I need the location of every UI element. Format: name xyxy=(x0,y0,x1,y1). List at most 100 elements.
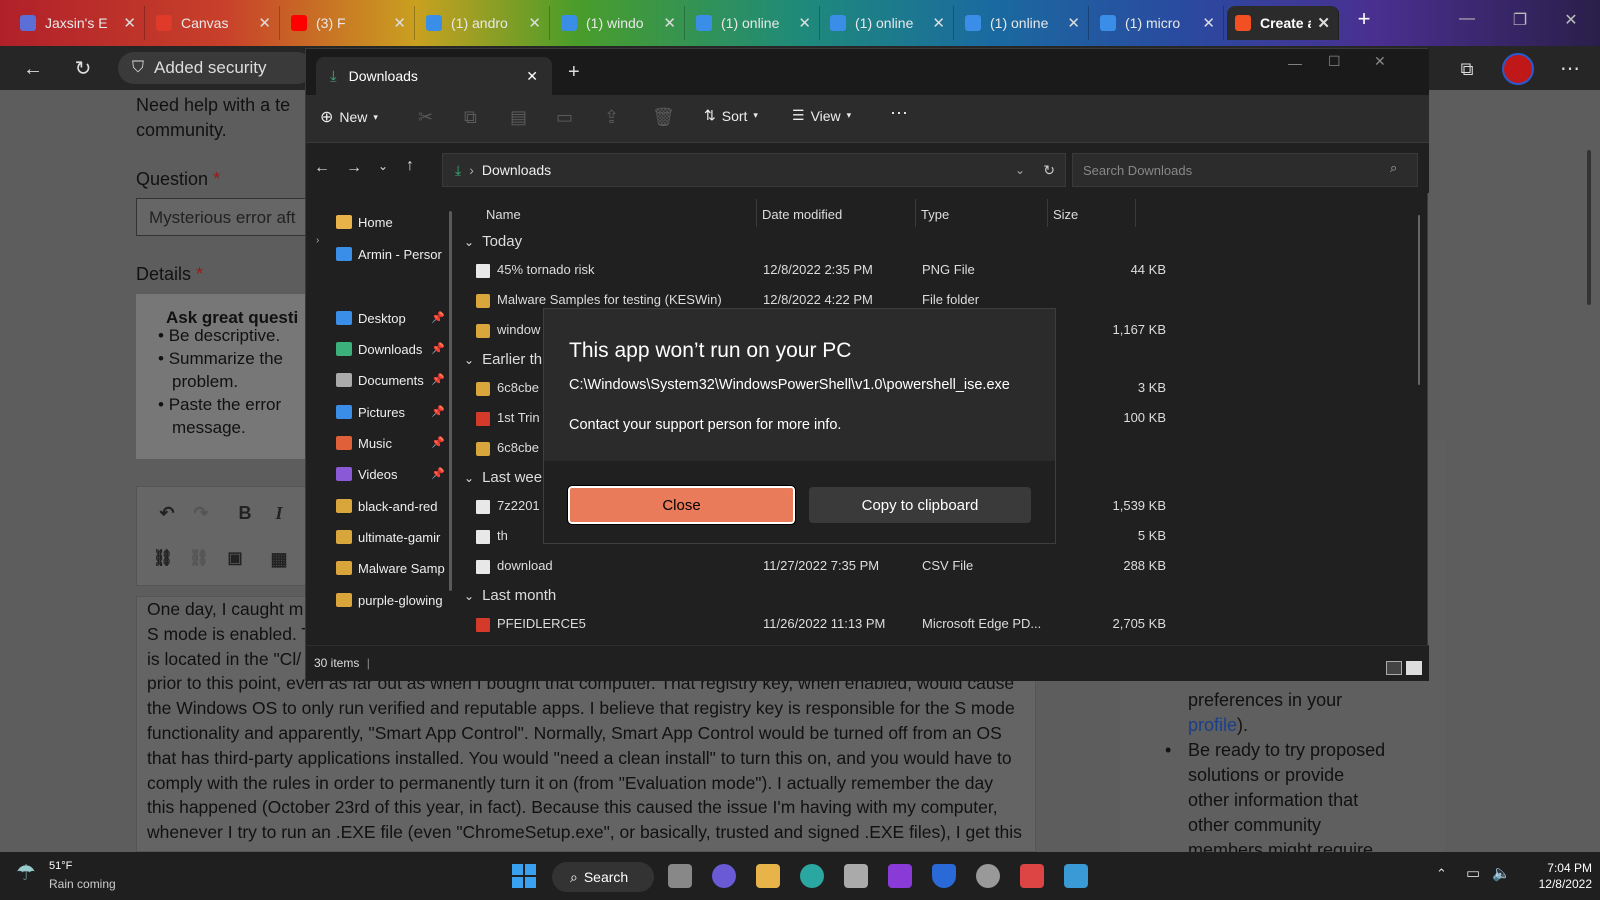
page-scrollbar[interactable] xyxy=(1578,90,1600,852)
recent-locations-icon[interactable]: ⌄ xyxy=(378,159,388,173)
details-view-icon[interactable] xyxy=(1386,661,1402,675)
chevron-up-icon[interactable]: ⌃ xyxy=(1436,866,1447,882)
forward-icon[interactable]: → xyxy=(346,159,362,177)
maximize-window-button[interactable]: ☐ xyxy=(1328,53,1341,70)
table-icon[interactable]: ▦ xyxy=(265,545,293,573)
nav-item[interactable]: ultimate-gamir xyxy=(336,524,451,550)
redo-icon[interactable]: ↷ xyxy=(187,499,215,527)
copy-icon[interactable]: ⧉ xyxy=(464,107,477,128)
new-tab-icon[interactable]: + xyxy=(568,61,580,84)
close-tab-icon[interactable]: ✕ xyxy=(932,14,945,32)
column-name[interactable]: Name xyxy=(486,207,521,222)
copy-to-clipboard-button[interactable]: Copy to clipboard xyxy=(809,487,1031,523)
close-button[interactable]: Close xyxy=(567,485,796,525)
browser-tab[interactable]: (1) online ✕ xyxy=(957,6,1089,40)
minimize-window-button[interactable]: — xyxy=(1288,55,1302,71)
windows-start-icon[interactable] xyxy=(512,864,536,888)
close-tab-icon[interactable]: ✕ xyxy=(1067,14,1080,32)
file-list-scrollbar[interactable] xyxy=(1418,215,1420,385)
weather-rain-icon[interactable]: ☂ xyxy=(16,860,36,886)
refresh-icon[interactable]: ↻ xyxy=(1043,162,1055,179)
close-tab-icon[interactable]: ✕ xyxy=(258,14,271,32)
clock-time[interactable]: 7:04 PM xyxy=(1537,861,1592,875)
new-button[interactable]: ⊕ New ▾ xyxy=(320,107,378,127)
undo-icon[interactable]: ↶ xyxy=(153,499,181,527)
clipchamp-icon[interactable] xyxy=(888,864,912,888)
unlink-icon[interactable]: ⛓ xyxy=(185,545,213,573)
close-browser-button[interactable]: ✕ xyxy=(1556,10,1586,30)
close-tab-icon[interactable]: ✕ xyxy=(1202,14,1215,32)
edge-canary-icon[interactable] xyxy=(800,864,824,888)
browser-tab[interactable]: (1) online ✕ xyxy=(688,6,820,40)
search-icon[interactable]: ⌕ xyxy=(1390,160,1397,176)
browser-tab[interactable]: Jaxsin's E ✕ xyxy=(12,6,145,40)
security-shield-icon[interactable] xyxy=(932,864,956,888)
close-tab-icon[interactable]: ✕ xyxy=(528,14,541,32)
view-button[interactable]: ☰ View ▾ xyxy=(792,107,851,124)
file-group-header[interactable]: ⌄ Earlier th xyxy=(464,351,542,368)
profile-avatar[interactable] xyxy=(1502,53,1534,85)
profile-link[interactable]: profile xyxy=(1188,715,1237,735)
path-segment-downloads[interactable]: Downloads xyxy=(482,162,551,178)
more-options-icon[interactable]: ⋯ xyxy=(1557,56,1583,82)
nav-scrollbar[interactable] xyxy=(449,211,452,591)
file-explorer-icon[interactable] xyxy=(756,864,780,888)
column-size[interactable]: Size xyxy=(1053,207,1078,222)
file-row[interactable]: download 11/27/2022 7:35 PM CSV File 288 KB xyxy=(476,551,1416,581)
collections-icon[interactable]: ⧉ xyxy=(1454,56,1480,82)
weather-temperature[interactable]: 51°F xyxy=(49,860,72,872)
nav-item[interactable]: black-and-red xyxy=(336,493,451,519)
italic-icon[interactable]: I xyxy=(265,499,293,527)
maximize-browser-button[interactable]: ❐ xyxy=(1505,10,1535,30)
cut-icon[interactable]: ✂ xyxy=(418,107,433,128)
rename-icon[interactable]: ▭ xyxy=(556,107,573,128)
bold-icon[interactable]: B xyxy=(231,499,259,527)
nav-item[interactable]: Malware Samp xyxy=(336,555,451,581)
weather-description[interactable]: Rain coming xyxy=(49,877,116,891)
close-tab-icon[interactable]: ✕ xyxy=(798,14,811,32)
snipping-tool-icon[interactable] xyxy=(1020,864,1044,888)
column-date-modified[interactable]: Date modified xyxy=(762,207,842,222)
link-icon[interactable]: ⛓ xyxy=(149,545,177,573)
taskbar-search[interactable]: ⌕ Search xyxy=(552,862,654,892)
see-more-icon[interactable]: ⋯ xyxy=(890,103,908,124)
file-row[interactable]: 45% tornado risk 12/8/2022 2:35 PM PNG Fil… xyxy=(476,255,1416,285)
browser-tab[interactable]: (1) andro ✕ xyxy=(418,6,550,40)
settings-gear-icon[interactable] xyxy=(976,864,1000,888)
expand-chevron-icon[interactable]: › xyxy=(316,235,319,246)
column-type[interactable]: Type xyxy=(921,207,949,222)
address-path-bar[interactable]: ⤓ › Downloads ⌄ ↻ xyxy=(442,153,1066,187)
browser-tab[interactable]: Create a ✕ xyxy=(1227,6,1339,40)
browser-tab[interactable]: (3) F ✕ xyxy=(283,6,415,40)
close-tab-icon[interactable]: ✕ xyxy=(1317,14,1330,32)
close-tab-icon[interactable]: ✕ xyxy=(123,14,136,32)
network-icon[interactable]: ▭ xyxy=(1466,864,1480,882)
nav-item[interactable]: Armin - Persor xyxy=(336,241,451,267)
file-group-header[interactable]: ⌄ Today xyxy=(464,233,522,250)
scrollbar-thumb[interactable] xyxy=(1587,150,1591,305)
sort-button[interactable]: ⇅ Sort ▾ xyxy=(704,107,758,124)
paste-icon[interactable]: ▤ xyxy=(510,107,527,128)
back-icon[interactable]: ← xyxy=(314,159,330,177)
file-row[interactable]: PFEIDLERCE5 11/26/2022 11:13 PM Microsoft … xyxy=(476,609,1416,639)
address-bar[interactable]: ⛉ Added security xyxy=(118,52,313,84)
explorer-tab-downloads[interactable]: ⤓ Downloads ✕ xyxy=(316,57,552,95)
teams-chat-icon[interactable] xyxy=(712,864,736,888)
nav-item[interactable]: purple-glowing xyxy=(336,587,451,613)
delete-icon[interactable]: 🗑 xyxy=(652,107,675,128)
close-tab-icon[interactable]: ✕ xyxy=(393,14,406,32)
browser-tab[interactable]: (1) online ✕ xyxy=(822,6,954,40)
new-tab-button[interactable]: + xyxy=(1349,6,1379,32)
minimize-browser-button[interactable]: — xyxy=(1452,10,1482,28)
refresh-icon[interactable]: ↻ xyxy=(70,56,96,82)
browser-tab[interactable]: (1) micro ✕ xyxy=(1092,6,1224,40)
close-window-button[interactable]: ✕ xyxy=(1374,53,1386,70)
tiles-view-icon[interactable] xyxy=(1406,661,1422,675)
app-icon[interactable] xyxy=(844,864,868,888)
volume-icon[interactable]: 🔈 xyxy=(1492,864,1511,882)
clock-date[interactable]: 12/8/2022 xyxy=(1527,877,1592,891)
share-icon[interactable]: ⇪ xyxy=(604,107,619,128)
back-arrow-icon[interactable]: ← xyxy=(20,56,46,82)
close-tab-icon[interactable]: ✕ xyxy=(526,68,538,85)
browser-tab[interactable]: Canvas ✕ xyxy=(148,6,280,40)
